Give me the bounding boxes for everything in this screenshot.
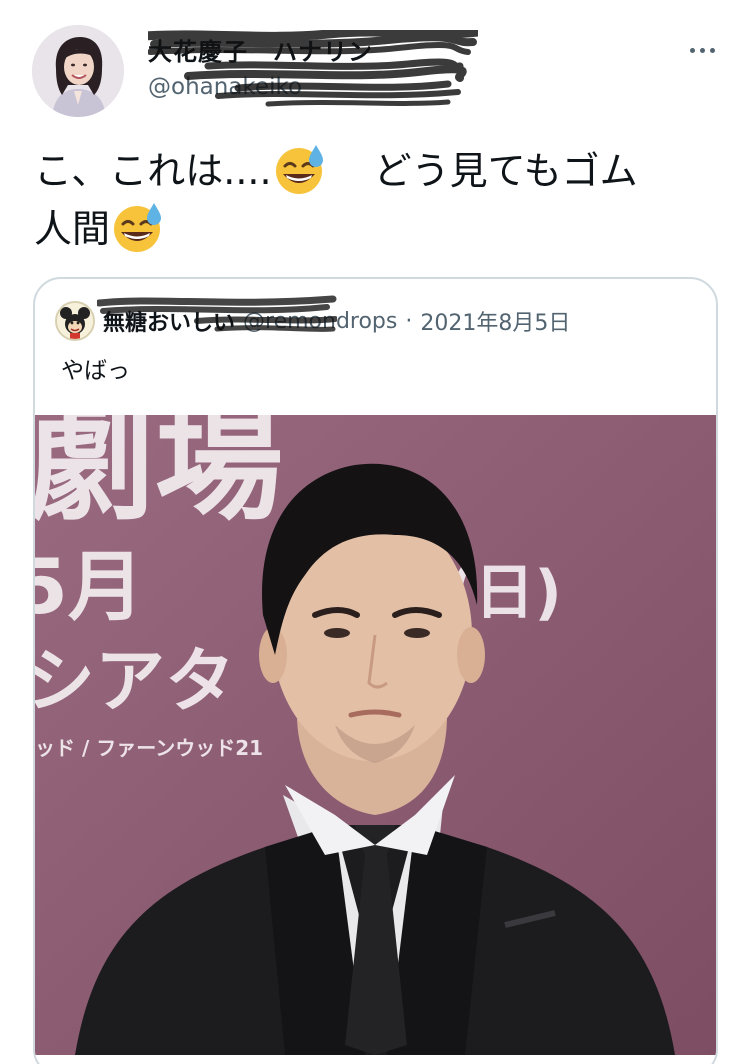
tweet-text-part-2: どう見てもゴム bbox=[373, 149, 638, 193]
quoted-tweet-text: やばっ bbox=[61, 358, 130, 384]
more-dot bbox=[709, 47, 715, 53]
quoted-tweet-card[interactable]: 無糖おいしい @remondrops · 2021年8月5日 やばっ 劇場 月 … bbox=[33, 277, 718, 1064]
quoted-date[interactable]: 2021年8月5日 bbox=[420, 305, 570, 337]
tweet: 大花慶子 ハナリン @ohanakeiko こ、これは.... どう見てもゴム … bbox=[0, 0, 750, 1064]
backdrop-venue-text: シアタ bbox=[35, 640, 235, 722]
quoted-author-avatar[interactable] bbox=[55, 301, 95, 341]
tweet-text: こ、これは.... どう見てもゴム 人間 bbox=[34, 142, 724, 258]
grinning-sweat-emoji-icon bbox=[114, 203, 162, 252]
author-avatar-image bbox=[32, 25, 124, 117]
backdrop-date-text: 5月 bbox=[35, 542, 144, 631]
quoted-separator: · bbox=[405, 308, 413, 334]
grinning-sweat-emoji-icon bbox=[275, 145, 323, 194]
author-avatar[interactable] bbox=[32, 25, 124, 117]
author-handle[interactable]: @ohanakeiko bbox=[148, 74, 302, 100]
backdrop-sponsor-text: ッド / ファーンウッド21 bbox=[35, 736, 263, 760]
quoted-tweet-header: 無糖おいしい @remondrops · 2021年8月5日 bbox=[55, 301, 570, 341]
more-dot bbox=[699, 47, 705, 53]
quoted-media-photo[interactable]: 劇場 5月 (日) シアタ ッド / ファーンウッド21 bbox=[35, 415, 716, 1055]
tweet-text-part-3: 人間 bbox=[34, 207, 111, 251]
author-display-name[interactable]: 大花慶子 ハナリン bbox=[148, 32, 373, 67]
tweet-text-line-2: 人間 bbox=[34, 200, 724, 258]
press-conference-photo: 劇場 5月 (日) シアタ ッド / ファーンウッド21 bbox=[35, 415, 716, 1055]
quoted-author-name[interactable]: 無糖おいしい bbox=[103, 305, 235, 337]
more-options-icon[interactable] bbox=[684, 36, 720, 64]
tweet-text-line-1: こ、これは.... どう見てもゴム bbox=[34, 142, 724, 200]
author-name-block[interactable]: 大花慶子 ハナリン @ohanakeiko bbox=[148, 30, 478, 115]
mouse-character-icon bbox=[57, 303, 93, 339]
more-dot bbox=[689, 47, 695, 53]
tweet-text-part-1: こ、これは.... bbox=[34, 149, 272, 193]
quoted-author-handle[interactable]: @remondrops bbox=[243, 309, 397, 334]
backdrop-large-text: 劇場 bbox=[35, 415, 283, 538]
